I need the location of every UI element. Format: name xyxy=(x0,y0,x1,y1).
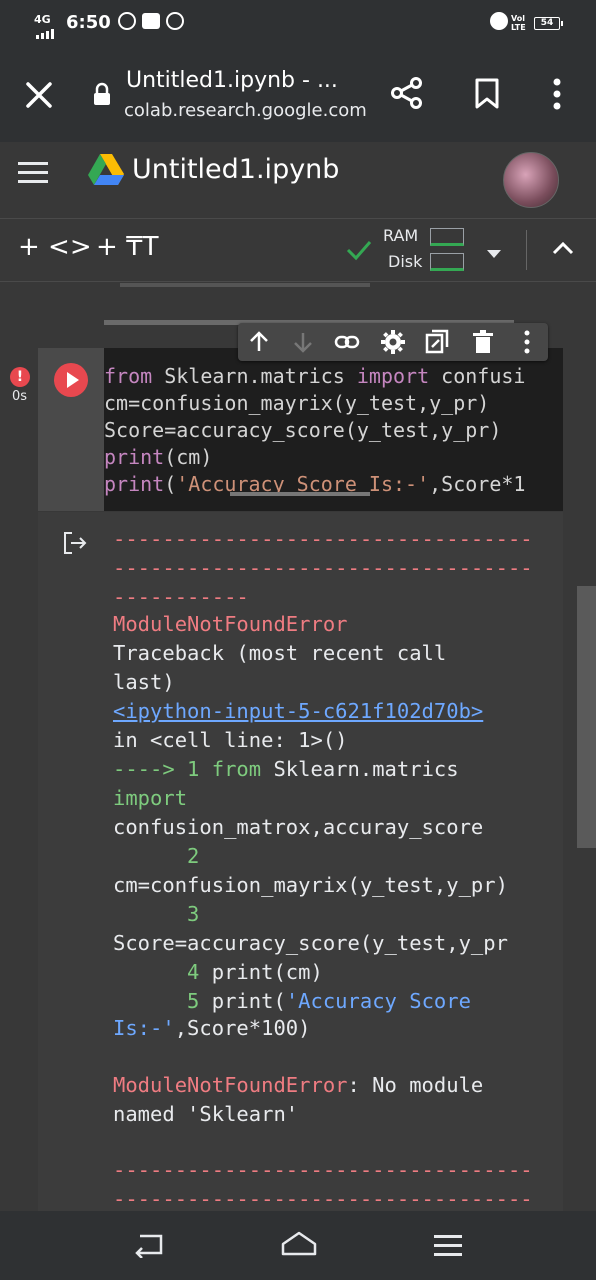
arrow-marker: ----> 1 xyxy=(113,757,212,781)
signal-icon xyxy=(36,24,58,39)
scroll-indicator-top xyxy=(120,283,370,287)
recents-nav-icon[interactable] xyxy=(434,1234,462,1256)
code-token: Sklearn.matrics xyxy=(261,757,459,781)
back-nav-icon[interactable] xyxy=(134,1232,164,1259)
output-line: Traceback (most recent call xyxy=(113,641,447,665)
home-nav-icon[interactable] xyxy=(280,1230,318,1258)
line-number: 2 xyxy=(113,844,200,868)
add-text-button[interactable]: + ₸T xyxy=(96,232,158,262)
code-token: (cm) xyxy=(164,445,213,469)
page-title[interactable]: Untitled1.ipynb - ... xyxy=(126,68,338,93)
add-code-button[interactable]: + <> xyxy=(18,232,92,262)
bookmark-icon[interactable] xyxy=(474,78,500,110)
share-icon[interactable] xyxy=(390,76,424,110)
output-line: in <cell line: 1>() xyxy=(113,728,348,752)
code-token: confusi xyxy=(429,364,526,388)
code-token: from xyxy=(104,364,153,388)
code-token: from xyxy=(211,757,262,781)
code-line: from Sklearn.matrics import confusi xyxy=(104,364,525,388)
cell-toolbar xyxy=(238,323,548,361)
output-line: import xyxy=(113,786,188,810)
volte-icon: Vol LTE xyxy=(511,14,526,32)
output-line: 5 print('Accuracy Score xyxy=(113,989,471,1013)
google-drive-icon xyxy=(88,154,124,186)
disk-label: Disk xyxy=(388,252,423,271)
alarm-icon xyxy=(490,12,508,30)
status-bar: 4G 6:50 Vol LTE 54 xyxy=(0,0,596,46)
code-token: Sklearn.matrics xyxy=(152,364,357,388)
error-name: ModuleNotFoundError xyxy=(113,1073,348,1097)
output-scrollbar[interactable] xyxy=(577,586,596,848)
code-token: ,Score*100) xyxy=(174,1016,311,1040)
output-line: ModuleNotFoundError: No module xyxy=(113,1073,483,1097)
cell-more-icon[interactable] xyxy=(514,329,540,355)
output-line: ----> 1 from Sklearn.matrics xyxy=(113,757,459,781)
battery-icon: 54 xyxy=(534,17,563,30)
code-line: Score=accuracy_score(y_test,y_pr) xyxy=(104,418,502,442)
output-line: named 'Sklearn' xyxy=(113,1102,299,1126)
code-token: print(cm) xyxy=(199,960,323,984)
ram-label: RAM xyxy=(383,226,419,245)
page-url[interactable]: colab.research.google.com xyxy=(124,100,367,121)
toolbar-divider xyxy=(526,230,527,270)
code-token: print( xyxy=(199,989,286,1013)
more-vert-icon[interactable] xyxy=(552,78,562,110)
code-token: ,Score*1 xyxy=(429,472,526,496)
connected-check-icon xyxy=(345,238,373,262)
code-token: print xyxy=(104,445,165,469)
link-icon[interactable] xyxy=(334,329,360,355)
resources-dropdown-icon[interactable] xyxy=(486,244,502,258)
output-line: ---------------------------------- xyxy=(113,527,533,551)
code-token: import xyxy=(356,364,430,388)
output-line: last) xyxy=(113,670,175,694)
code-scrollbar[interactable] xyxy=(230,492,370,496)
notebook-title[interactable]: Untitled1.ipynb xyxy=(132,154,339,185)
code-token: Is:-' xyxy=(113,1016,175,1040)
output-line: ---------------------------------- xyxy=(113,1158,533,1182)
lock-icon[interactable] xyxy=(92,82,112,106)
close-icon[interactable] xyxy=(24,80,54,110)
exec-time: 0s xyxy=(12,389,28,404)
line-number: 3 xyxy=(113,902,200,926)
move-up-icon[interactable] xyxy=(246,329,272,355)
output-line: confusion_matrox,accuray_score xyxy=(113,815,484,839)
code-token: print xyxy=(104,472,165,496)
line-number: 4 xyxy=(113,960,200,984)
collapse-chevron-icon[interactable] xyxy=(552,240,574,256)
data-saver-icon xyxy=(118,12,136,30)
output-line: Is:-',Score*100) xyxy=(113,1016,310,1040)
error-icon: ! xyxy=(10,367,30,387)
output-line: ---------------------------------- xyxy=(113,556,533,580)
move-down-icon[interactable] xyxy=(290,329,316,355)
disk-meter xyxy=(430,253,464,271)
code-token: 'Accuracy Score xyxy=(285,989,471,1013)
delete-icon[interactable] xyxy=(470,329,496,355)
output-line: Score=accuracy_score(y_test,y_pr xyxy=(113,931,508,955)
code-line: cm=confusion_mayrix(y_test,y_pr) xyxy=(104,391,490,415)
browser-toolbar xyxy=(0,46,596,142)
output-line: cm=confusion_mayrix(y_test,y_pr) xyxy=(113,873,508,897)
code-line: print(cm) xyxy=(104,445,212,469)
mail-icon xyxy=(142,13,160,29)
code-token: ( xyxy=(164,472,177,496)
traceback-link[interactable]: <ipython-input-5-c621f102d70b> xyxy=(113,699,483,723)
app-notification-icon xyxy=(166,12,184,30)
menu-icon[interactable] xyxy=(18,162,48,184)
settings-icon[interactable] xyxy=(380,329,406,355)
clock: 6:50 xyxy=(66,12,111,33)
mirror-cell-icon[interactable] xyxy=(424,329,450,355)
run-cell-button[interactable] xyxy=(54,363,88,397)
output-line: 4 print(cm) xyxy=(113,960,323,984)
error-message: : No module xyxy=(347,1073,484,1097)
line-number: 5 xyxy=(113,989,200,1013)
error-name: ModuleNotFoundError xyxy=(113,612,348,636)
output-line: ---------------------------------- xyxy=(113,1187,533,1211)
output-line: ----------- xyxy=(113,585,249,609)
avatar[interactable] xyxy=(503,152,559,208)
ram-meter xyxy=(430,228,464,246)
output-actions-icon[interactable] xyxy=(62,530,88,556)
